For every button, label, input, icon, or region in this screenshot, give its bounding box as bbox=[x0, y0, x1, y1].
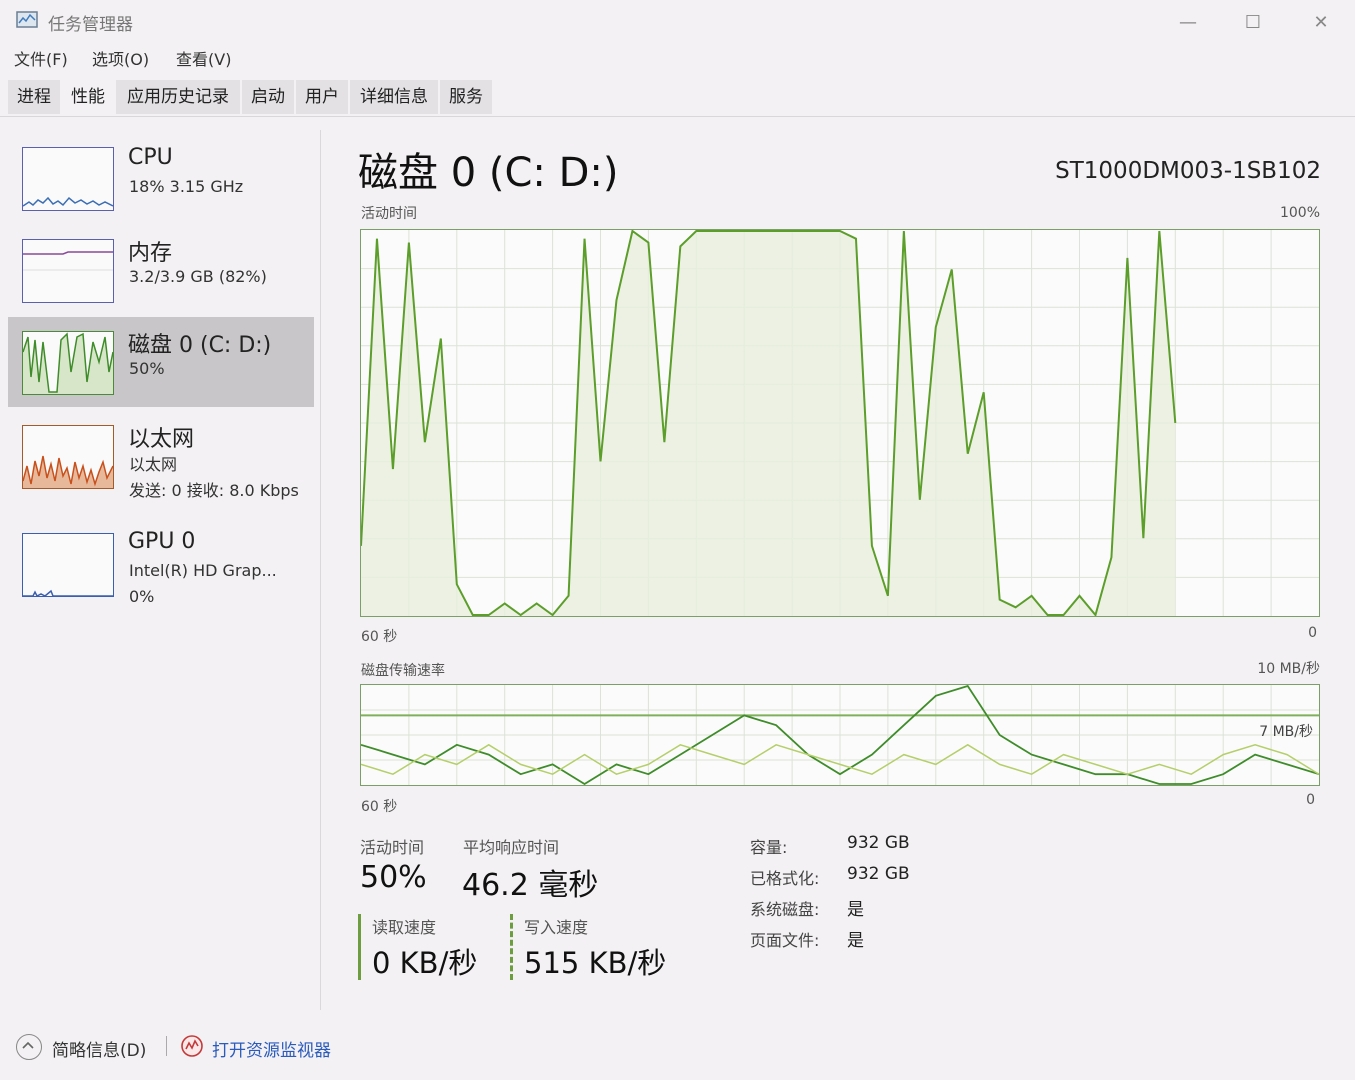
memory-usage: 3.2/3.9 GB (82%) bbox=[129, 267, 267, 286]
read-speed-value: 0 KB/秒 bbox=[372, 946, 478, 980]
disk-model: ST1000DM003-1SB102 bbox=[1055, 158, 1321, 184]
tab-details[interactable]: 详细信息 bbox=[350, 80, 438, 114]
fewer-details-button[interactable]: 简略信息(D) bbox=[52, 1036, 146, 1061]
cpu-thumbnail bbox=[22, 147, 114, 211]
ethernet-label: 以太网 bbox=[128, 427, 195, 452]
disk-thumbnail bbox=[22, 331, 114, 395]
task-manager-icon bbox=[16, 11, 38, 28]
write-speed-indicator bbox=[510, 914, 513, 980]
sidebar-item-memory[interactable]: 内存 3.2/3.9 GB (82%) bbox=[8, 225, 314, 315]
transfer-graph-label: 磁盘传输速率 bbox=[361, 663, 445, 679]
menu-bar: 文件(F) 选项(O) 查看(V) bbox=[0, 46, 400, 72]
disk-label: 磁盘 0 (C: D:) bbox=[128, 333, 272, 358]
tab-users[interactable]: 用户 bbox=[296, 80, 348, 114]
transfer-graph: 7 MB/秒 bbox=[360, 684, 1320, 786]
memory-thumbnail bbox=[22, 239, 114, 303]
tab-services[interactable]: 服务 bbox=[440, 80, 492, 114]
transfer-graph-max: 10 MB/秒 bbox=[1257, 661, 1320, 677]
menu-file[interactable]: 文件(F) bbox=[14, 46, 68, 70]
menu-view[interactable]: 查看(V) bbox=[176, 46, 231, 70]
activity-time-right: 0 bbox=[1308, 625, 1317, 641]
activity-graph bbox=[360, 229, 1320, 617]
system-disk-value: 是 bbox=[847, 900, 864, 920]
memory-label: 内存 bbox=[128, 241, 173, 266]
active-time-label: 活动时间 bbox=[360, 838, 425, 857]
activity-graph-max: 100% bbox=[1279, 205, 1320, 221]
write-speed-value: 515 KB/秒 bbox=[524, 946, 667, 980]
page-file-label: 页面文件: bbox=[750, 931, 820, 950]
activity-graph-label: 活动时间 bbox=[361, 206, 417, 222]
capacity-value: 932 GB bbox=[847, 833, 910, 853]
cpu-usage: 18% 3.15 GHz bbox=[129, 177, 244, 196]
sidebar: CPU 18% 3.15 GHz 内存 3.2/3.9 GB (82%) 磁盘 … bbox=[0, 117, 322, 1010]
resource-monitor-icon[interactable] bbox=[180, 1034, 204, 1058]
tab-startup[interactable]: 启动 bbox=[242, 80, 294, 114]
cpu-label: CPU bbox=[128, 145, 173, 170]
write-speed-label: 写入速度 bbox=[524, 918, 589, 937]
footer-separator bbox=[166, 1036, 167, 1056]
sidebar-item-gpu[interactable]: GPU 0 Intel(R) HD Grap... 0% bbox=[8, 521, 314, 617]
sidebar-divider bbox=[320, 130, 321, 1010]
gpu-usage: 0% bbox=[129, 587, 155, 606]
transfer-graph-svg bbox=[361, 685, 1319, 785]
page-file-value: 是 bbox=[847, 931, 864, 951]
gpu-model: Intel(R) HD Grap... bbox=[129, 561, 277, 580]
title-bar: 任务管理器 — ☐ ✕ bbox=[0, 0, 1355, 44]
tab-app-history[interactable]: 应用历史记录 bbox=[116, 80, 240, 114]
ethernet-adapter: 以太网 bbox=[129, 455, 178, 474]
active-time-value: 50% bbox=[360, 860, 427, 895]
chevron-up-icon[interactable] bbox=[16, 1034, 42, 1060]
menu-options[interactable]: 选项(O) bbox=[92, 46, 149, 70]
ethernet-throughput: 发送: 0 接收: 8.0 Kbps bbox=[129, 481, 299, 500]
avg-response-label: 平均响应时间 bbox=[463, 838, 560, 857]
activity-graph-svg bbox=[361, 230, 1319, 616]
tab-performance[interactable]: 性能 bbox=[62, 80, 114, 116]
ethernet-thumbnail bbox=[22, 425, 114, 489]
sidebar-item-disk[interactable]: 磁盘 0 (C: D:) 50% bbox=[8, 317, 314, 407]
read-speed-label: 读取速度 bbox=[372, 918, 437, 937]
page-title: 磁盘 0 (C: D:) bbox=[358, 150, 619, 196]
transfer-time-right: 0 bbox=[1306, 792, 1315, 808]
footer: 简略信息(D) 打开资源监视器 bbox=[0, 1022, 1355, 1072]
transfer-line-label: 7 MB/秒 bbox=[1259, 724, 1313, 740]
system-disk-label: 系统磁盘: bbox=[750, 900, 820, 919]
disk-usage: 50% bbox=[129, 359, 165, 378]
activity-time-left: 60 秒 bbox=[361, 629, 398, 645]
sidebar-item-ethernet[interactable]: 以太网 以太网 发送: 0 接收: 8.0 Kbps bbox=[8, 415, 314, 515]
window-title: 任务管理器 bbox=[48, 15, 133, 35]
formatted-label: 已格式化: bbox=[750, 869, 820, 888]
gpu-thumbnail bbox=[22, 533, 114, 597]
sidebar-item-cpu[interactable]: CPU 18% 3.15 GHz bbox=[8, 135, 314, 225]
formatted-value: 932 GB bbox=[847, 864, 910, 884]
open-resource-monitor-link[interactable]: 打开资源监视器 bbox=[212, 1036, 331, 1061]
minimize-button[interactable]: — bbox=[1165, 10, 1211, 36]
maximize-button[interactable]: ☐ bbox=[1230, 10, 1276, 36]
capacity-label: 容量: bbox=[750, 838, 788, 857]
gpu-label: GPU 0 bbox=[128, 529, 196, 554]
close-button[interactable]: ✕ bbox=[1298, 10, 1344, 36]
tab-processes[interactable]: 进程 bbox=[8, 80, 60, 114]
transfer-time-left: 60 秒 bbox=[361, 799, 398, 815]
read-speed-indicator bbox=[358, 914, 361, 980]
avg-response-value: 46.2 毫秒 bbox=[462, 868, 599, 903]
